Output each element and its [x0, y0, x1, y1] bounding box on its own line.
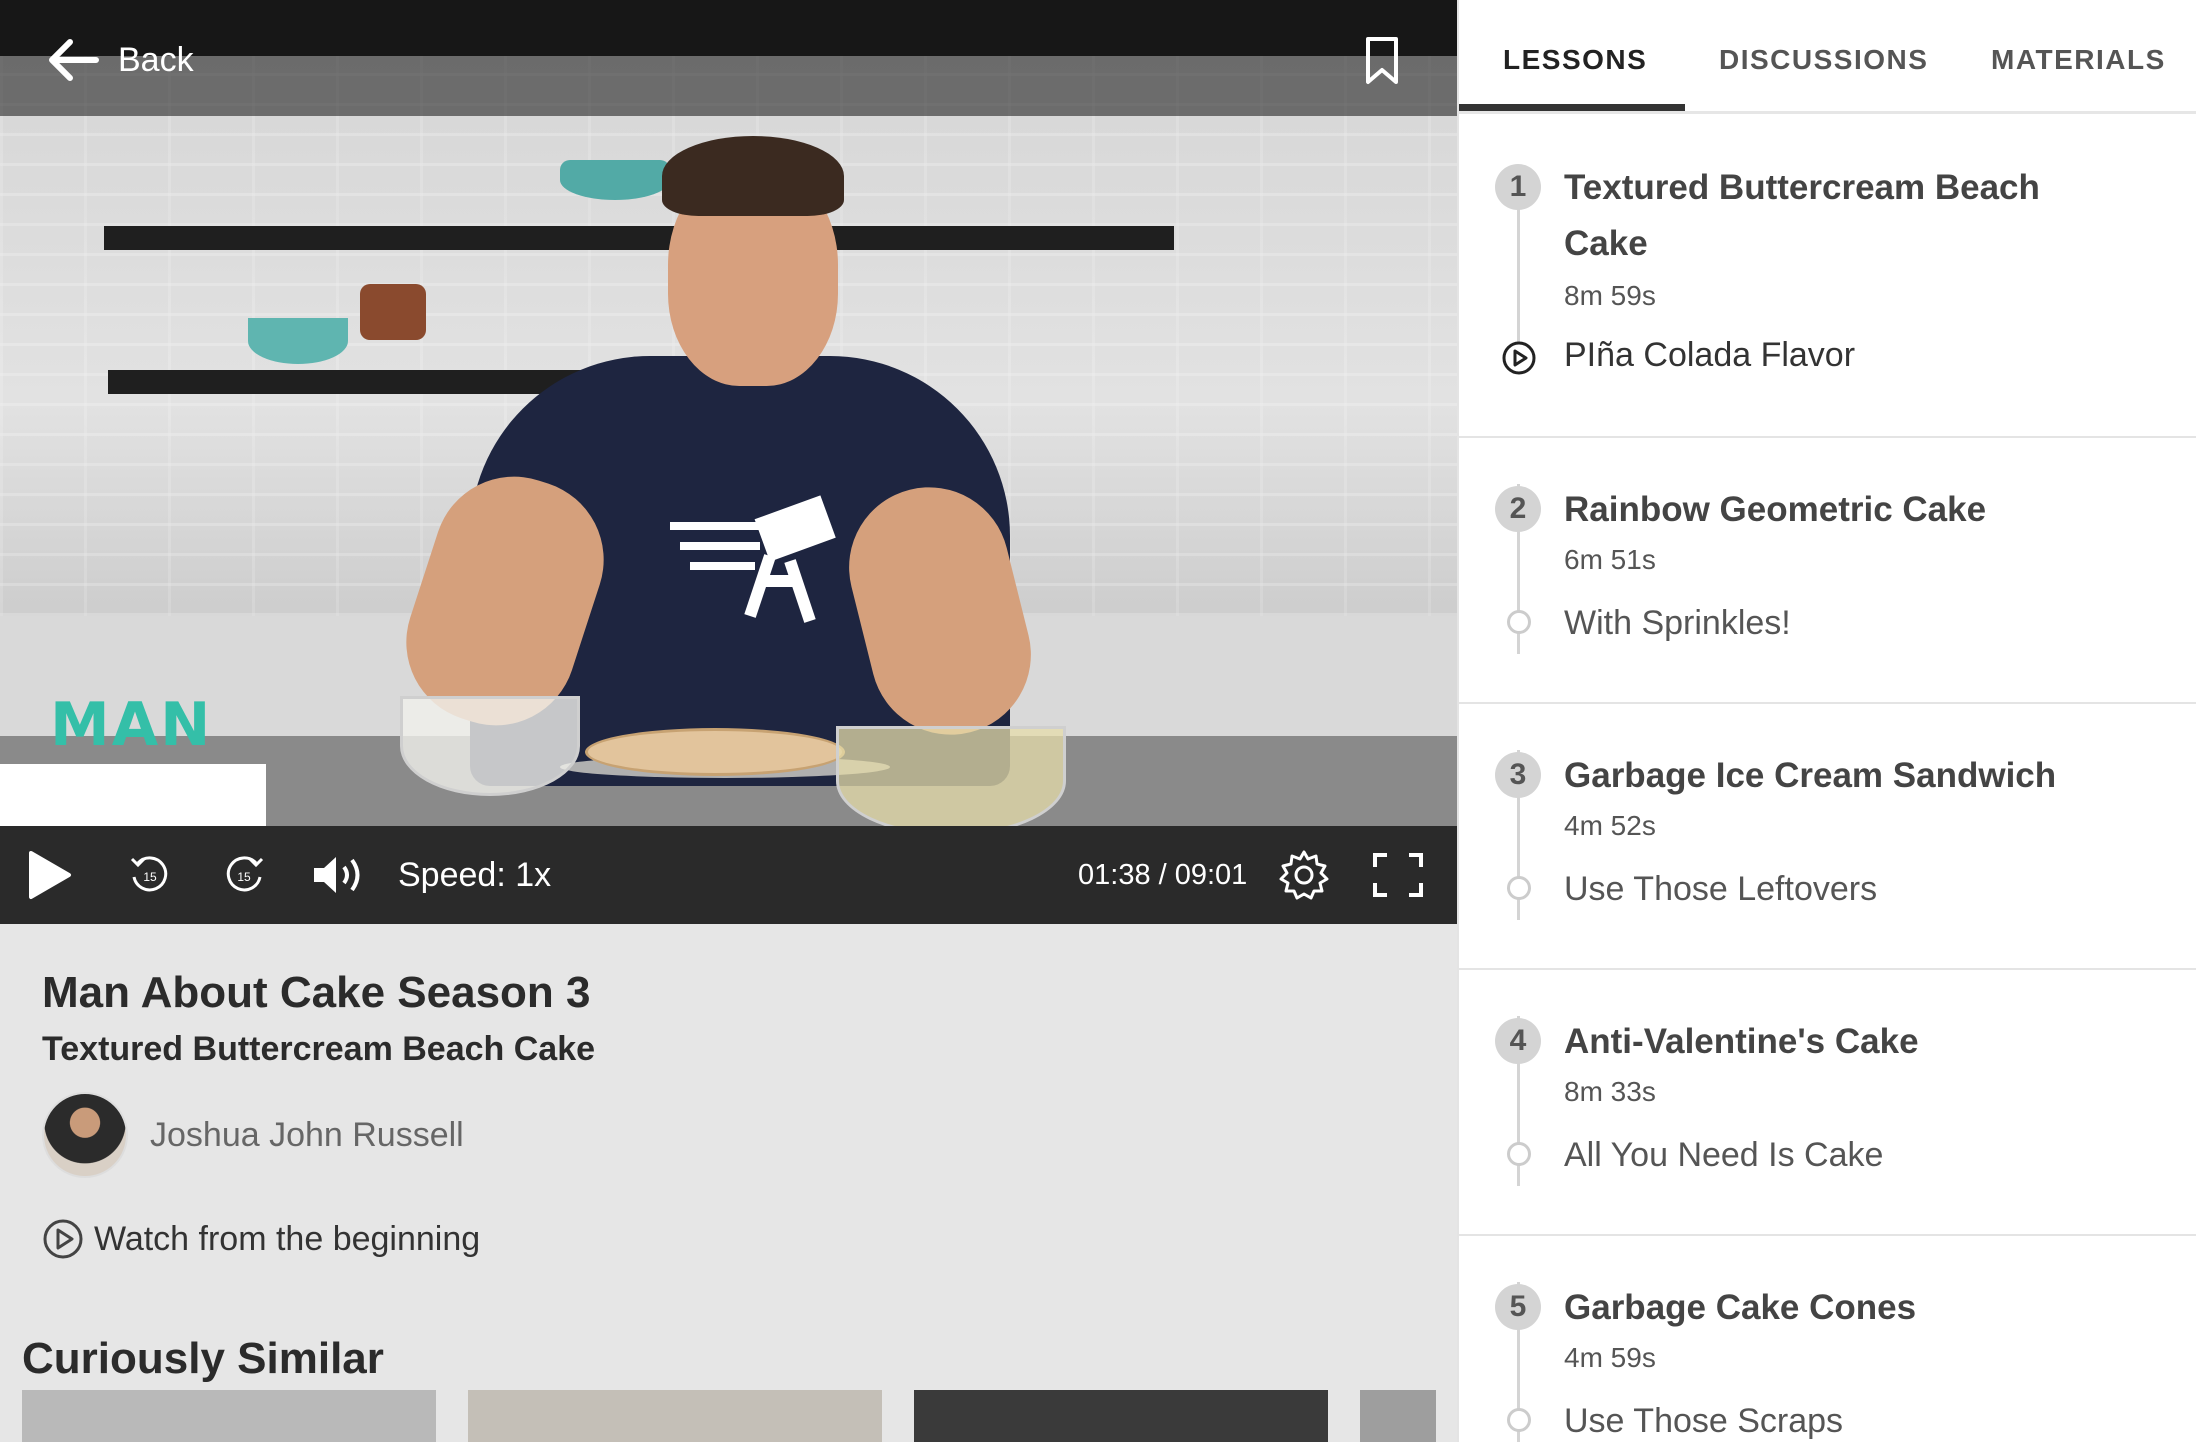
episode-info: Man About Cake Season 3 Textured Butterc… — [0, 924, 1457, 1442]
lesson-subtitle: With Sprinkles! — [1564, 604, 1791, 642]
watch-from-beginning-button[interactable]: Watch from the beginning — [42, 1218, 480, 1260]
play-circle-icon — [1502, 341, 1536, 375]
play-circle-icon — [43, 1219, 83, 1259]
main-panel: Back MAN 15 15 Speed: 1x 01:38 / 09:01 M… — [0, 0, 1457, 1442]
lesson-number: 2 — [1495, 486, 1541, 532]
lesson-duration: 8m 33s — [1564, 1076, 1656, 1107]
lesson-item[interactable]: 4 Anti-Valentine's Cake 8m 33s All You N… — [1459, 970, 2196, 1236]
tab-discussions[interactable]: DISCUSSIONS — [1719, 0, 1928, 114]
gear-icon — [1279, 850, 1329, 900]
shirt-graphic — [670, 495, 836, 623]
lesson-title: Garbage Ice Cream Sandwich — [1564, 756, 2057, 795]
lesson-number: 5 — [1495, 1284, 1541, 1330]
lesson-subtitle: Use Those Scraps — [1564, 1402, 1844, 1440]
tab-materials[interactable]: MATERIALS — [1991, 0, 2166, 114]
lesson-title: Rainbow Geometric Cake — [1564, 490, 1987, 529]
bookmark-icon[interactable] — [1364, 36, 1400, 86]
rewind-seconds: 15 — [143, 870, 157, 884]
watch-label: Watch from the beginning — [94, 1219, 481, 1258]
lesson-subtitle: Use Those Leftovers — [1564, 870, 1878, 908]
rewind-button[interactable]: 15 — [122, 826, 178, 924]
lesson-item[interactable]: 3 Garbage Ice Cream Sandwich 4m 52s Use … — [1459, 704, 2196, 970]
similar-thumbnail[interactable] — [914, 1390, 1328, 1442]
forward-seconds: 15 — [237, 870, 251, 884]
forward-button[interactable]: 15 — [216, 826, 272, 924]
lesson-subtitle: PIña Colada Flavor — [1564, 336, 1856, 374]
similar-heading: Curiously Similar — [22, 1334, 384, 1383]
lesson-number: 1 — [1495, 164, 1541, 210]
settings-button[interactable] — [1276, 826, 1332, 924]
lesson-number: 3 — [1495, 752, 1541, 798]
lesson-title: Garbage Cake Cones — [1564, 1288, 1917, 1327]
lesson-duration: 4m 59s — [1564, 1342, 1656, 1373]
similar-thumbnail[interactable] — [1360, 1390, 1436, 1442]
speed-control[interactable]: Speed: 1x — [398, 826, 551, 924]
lesson-number: 4 — [1495, 1018, 1541, 1064]
video-frame — [0, 56, 1457, 826]
player-top-bar — [0, 0, 1457, 116]
player-controls: 15 15 Speed: 1x 01:38 / 09:01 — [0, 826, 1457, 924]
time-display: 01:38 / 09:01 — [1078, 859, 1248, 891]
show-title: Man About Cake Season 3 — [42, 968, 591, 1017]
lesson-duration: 8m 59s — [1564, 280, 1656, 311]
tab-lessons[interactable]: LESSONS — [1503, 0, 1647, 114]
forward-15-icon: 15 — [226, 856, 264, 892]
lessons-sidebar: LESSONS DISCUSSIONS MATERIALS 1 Textured… — [1457, 0, 2196, 1442]
episode-title: Textured Buttercream Beach Cake — [42, 1030, 596, 1068]
app-root: Back MAN 15 15 Speed: 1x 01:38 / 09:01 M… — [0, 0, 2196, 1442]
video-player[interactable]: Back MAN — [0, 0, 1457, 826]
lesson-subtitle: All You Need Is Cake — [1564, 1136, 1884, 1174]
lesson-item[interactable]: 2 Rainbow Geometric Cake 6m 51s With Spr… — [1459, 438, 2196, 704]
lesson-duration: 6m 51s — [1564, 544, 1656, 575]
rewind-15-icon: 15 — [130, 856, 168, 892]
play-button[interactable] — [22, 826, 76, 924]
tab-active-indicator — [1459, 104, 1685, 111]
lesson-item[interactable]: 5 Garbage Cake Cones 4m 59s Use Those Sc… — [1459, 1236, 2196, 1442]
similar-thumbnail[interactable] — [22, 1390, 436, 1442]
avatar[interactable] — [42, 1092, 128, 1178]
author-row[interactable]: Joshua John Russell — [42, 1092, 464, 1178]
tab-bar: LESSONS DISCUSSIONS MATERIALS — [1459, 0, 2196, 114]
arrow-left-icon — [49, 39, 99, 81]
video-overlay-block — [0, 764, 266, 826]
channel-logo: MAN — [50, 690, 213, 760]
fullscreen-icon — [1373, 853, 1423, 897]
fullscreen-button[interactable] — [1370, 826, 1426, 924]
lesson-title: Textured Buttercream Beach Cake — [1564, 168, 2040, 263]
back-label: Back — [118, 40, 194, 79]
lesson-item[interactable]: 1 Textured Buttercream Beach Cake 8m 59s… — [1459, 114, 2196, 438]
similar-thumbnail[interactable] — [468, 1390, 882, 1442]
lesson-title: Anti-Valentine's Cake — [1564, 1022, 1919, 1061]
play-icon — [29, 851, 71, 899]
author-name[interactable]: Joshua John Russell — [150, 1116, 464, 1155]
volume-button[interactable] — [308, 826, 368, 924]
back-button[interactable]: Back — [48, 38, 194, 82]
volume-icon — [314, 857, 360, 893]
lesson-duration: 4m 52s — [1564, 810, 1656, 841]
